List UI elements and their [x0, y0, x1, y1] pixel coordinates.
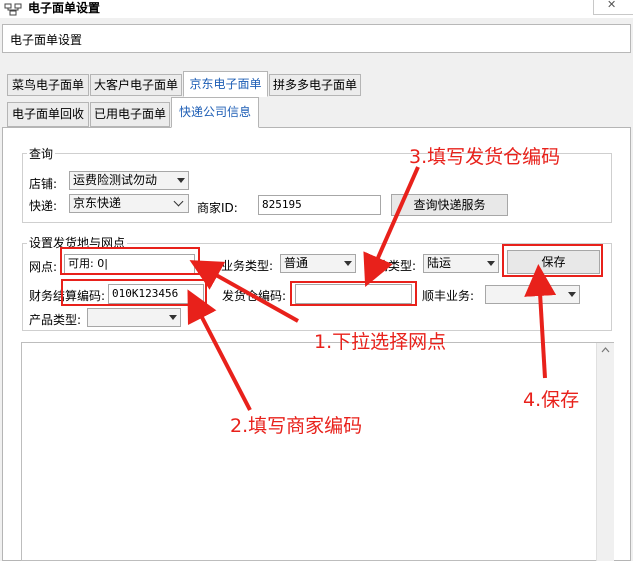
- arrow-step3: [363, 166, 420, 287]
- annotation-step2: 2.填写商家编码: [230, 415, 363, 437]
- annotation-step3: 3.填写发货仓编码: [409, 146, 561, 168]
- annotation-step1: 1.下拉选择网点: [314, 331, 447, 353]
- annotation-arrows: [187, 166, 557, 411]
- annotation-step4: 4.保存: [523, 389, 580, 411]
- tab-express-company-info[interactable]: 快递公司信息: [171, 97, 259, 128]
- arrow-step1: [189, 260, 299, 323]
- arrow-step4: [524, 264, 557, 379]
- arrow-step2: [187, 289, 252, 411]
